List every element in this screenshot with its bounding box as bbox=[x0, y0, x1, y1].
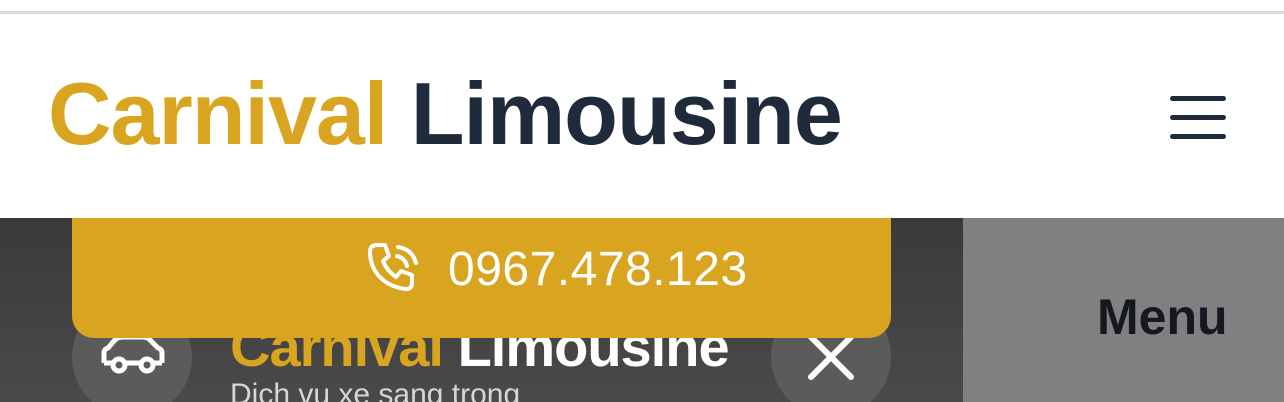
call-phone-button[interactable]: 0967.478.123 bbox=[72, 218, 891, 338]
site-logo[interactable]: Carnival Limousine bbox=[48, 70, 843, 158]
hamburger-icon[interactable] bbox=[1170, 96, 1230, 139]
phone-number: 0967.478.123 bbox=[448, 243, 748, 296]
close-icon bbox=[808, 334, 854, 380]
side-menu-panel: Menu bbox=[963, 218, 1284, 402]
site-header: Carnival Limousine bbox=[0, 14, 1284, 218]
drawer-tagline: Dich vu xe sang trong bbox=[230, 378, 521, 402]
brand-secondary-text: Limousine bbox=[410, 64, 843, 163]
top-divider bbox=[0, 0, 1284, 14]
phone-icon bbox=[368, 243, 418, 291]
side-menu-label: Menu bbox=[1097, 289, 1228, 345]
brand-primary-text: Carnival bbox=[48, 64, 388, 163]
